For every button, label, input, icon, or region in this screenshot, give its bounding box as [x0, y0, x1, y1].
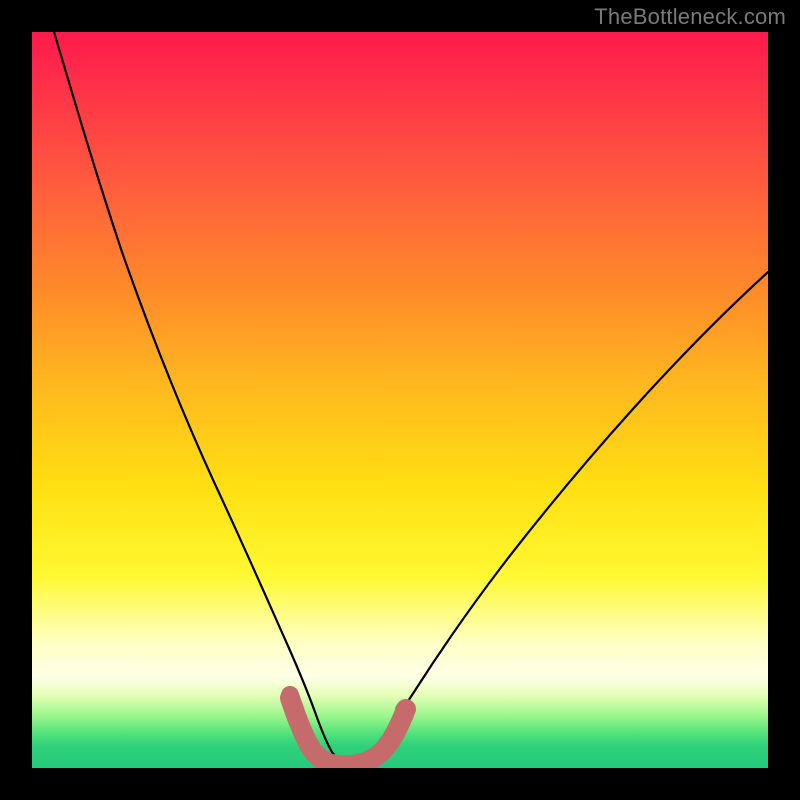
highlight-dot	[281, 686, 299, 704]
plot-area	[32, 32, 768, 768]
watermark-text: TheBottleneck.com	[594, 4, 786, 30]
curve-layer	[32, 32, 768, 768]
optimal-range-highlight	[290, 698, 406, 765]
chart-frame: TheBottleneck.com	[0, 0, 800, 800]
bottleneck-curve	[54, 32, 768, 763]
highlight-dot	[285, 703, 303, 721]
highlight-dot	[395, 701, 413, 719]
